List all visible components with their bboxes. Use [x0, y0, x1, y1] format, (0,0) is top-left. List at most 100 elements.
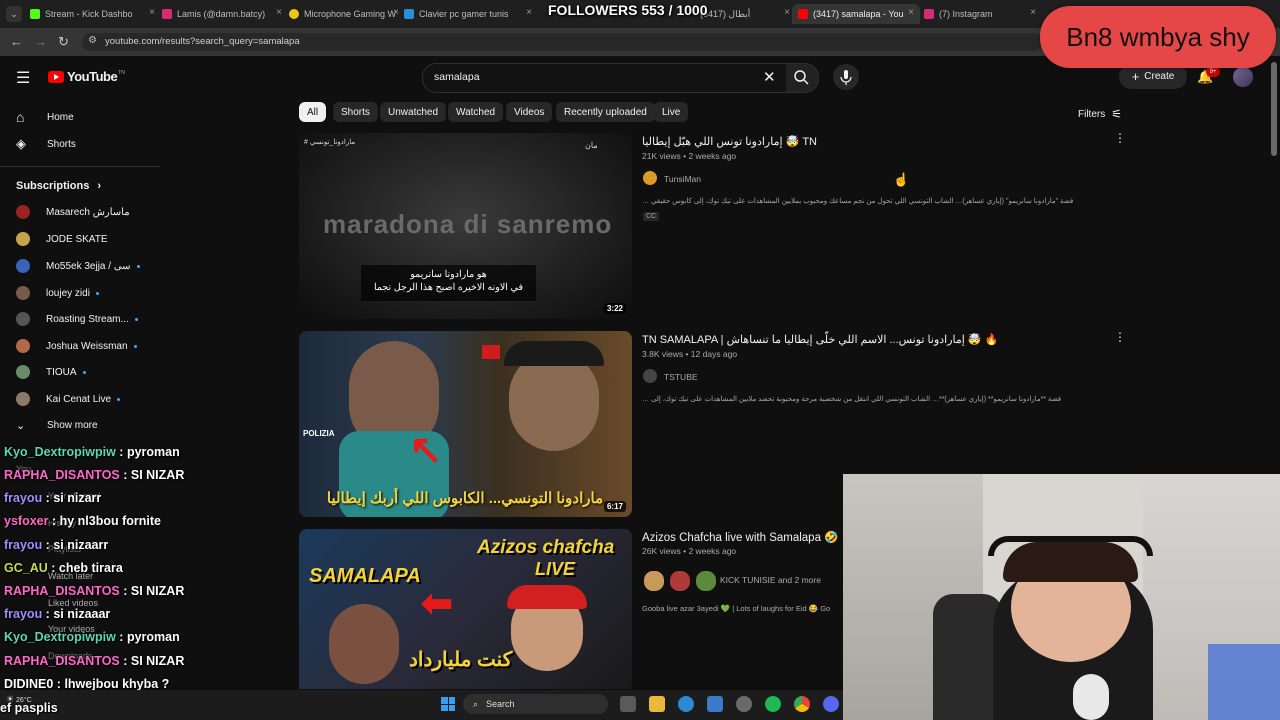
chip-recently-uploaded[interactable]: Recently uploaded	[556, 102, 655, 122]
filters-button[interactable]: Filters ⚟	[1078, 107, 1122, 121]
youtube-icon	[798, 9, 808, 19]
channel-avatar[interactable]	[643, 369, 657, 383]
tab-search-icon[interactable]: ⌄	[6, 6, 22, 22]
close-tab-icon[interactable]: ×	[526, 7, 532, 18]
sidebar-item-home[interactable]: ⌂ Home	[16, 109, 74, 125]
browser-tab-active[interactable]: (3417) samalapa - You ×	[792, 4, 920, 24]
channel-avatars-group[interactable]	[643, 570, 717, 592]
site-info-icon[interactable]: ⚙	[88, 35, 97, 46]
thumbnail-caption: مارادونا التونسي... الكابوس اللي أربك إي…	[326, 490, 604, 507]
taskbar-search[interactable]: ⌕ Search	[463, 694, 608, 714]
account-avatar[interactable]	[1233, 67, 1253, 87]
chip-shorts[interactable]: Shorts	[333, 102, 378, 122]
tunisia-flag-icon	[482, 345, 500, 359]
video-title[interactable]: Azizos Chafcha live with Samalapa 🤣	[642, 530, 839, 544]
sidebar-item-shorts[interactable]: ◈ Shorts	[16, 136, 76, 152]
sidebar-subscriptions-header[interactable]: Subscriptions ›	[16, 180, 101, 192]
channel-avatar[interactable]	[643, 171, 657, 185]
sidebar-item-subscription[interactable]: JODE SKATE	[16, 232, 108, 246]
browser-tab[interactable]: (7) Instagram ×	[924, 4, 1036, 24]
browser-tab[interactable]: Stream - Kick Dashbo ×	[30, 4, 155, 24]
chat-username: RAPHA_DISANTOS	[4, 584, 120, 598]
thumbnail-subtitle-box: هو مارادونا سانريمو في الاونه الاخيره اص…	[361, 265, 536, 301]
video-thumbnail[interactable]: # مارادونا_تونسي مان maradona di sanremo…	[299, 133, 632, 319]
video-title[interactable]: إمارادونا تونس اللي هبّل إيطاليا 🤯 TN	[642, 135, 817, 148]
more-actions-icon[interactable]: ⋮	[1114, 330, 1126, 344]
search-value[interactable]: samalapa	[434, 71, 480, 83]
close-tab-icon[interactable]: ×	[276, 7, 282, 18]
sidebar-item-subscription[interactable]: TIOUA	[16, 365, 86, 379]
task-view-icon[interactable]	[620, 696, 636, 712]
chip-live[interactable]: Live	[654, 102, 689, 122]
chat-message: RAPHA_DISANTOS : SI NIZAR	[4, 654, 185, 668]
channel-avatar	[16, 286, 30, 300]
search-input[interactable]: samalapa ✕	[422, 63, 789, 93]
file-explorer-icon[interactable]	[649, 696, 665, 712]
channel-avatar	[16, 392, 30, 406]
chat-username: GC_AU	[4, 561, 48, 575]
sidebar-show-more[interactable]: ⌄ Show more	[16, 419, 98, 432]
person-figure	[509, 351, 599, 451]
close-tab-icon[interactable]: ×	[393, 7, 399, 18]
browser-tab[interactable]: Microphone Gaming W ×	[289, 4, 399, 24]
sidebar-item-subscription[interactable]: Kai Cenat Live	[16, 392, 121, 406]
sidebar-item-label: Roasting Stream...	[46, 313, 129, 325]
menu-icon[interactable]: ☰	[16, 68, 30, 88]
search-button[interactable]	[786, 63, 819, 93]
youtube-logo[interactable]: YouTube TN	[48, 69, 125, 84]
sidebar-item-subscription[interactable]: loujey zidi	[16, 286, 99, 300]
discord-icon[interactable]	[823, 696, 839, 712]
sidebar-item-subscription[interactable]: Joshua Weissman	[16, 339, 137, 353]
close-tab-icon[interactable]: ×	[784, 7, 790, 18]
chat-username: frayou	[4, 491, 43, 505]
chat-username: ef	[0, 701, 12, 715]
url-text[interactable]: youtube.com/results?search_query=samalap…	[105, 36, 300, 47]
back-icon[interactable]: ←	[10, 34, 23, 49]
sidebar-divider	[0, 166, 160, 167]
clear-search-icon[interactable]: ✕	[763, 68, 776, 86]
chip-watched[interactable]: Watched	[448, 102, 504, 122]
obs-icon[interactable]	[736, 696, 752, 712]
channel-name[interactable]: TunsiMan	[664, 174, 701, 184]
video-title[interactable]: TN SAMALAPA | إمارادونا تونس... الاسم ال…	[642, 333, 998, 346]
browser-tab[interactable]: Lamis (@damn.batcy) ×	[162, 4, 282, 24]
browser-tab[interactable]: (3417) أبطال ×	[700, 4, 790, 24]
chip-videos[interactable]: Videos	[506, 102, 553, 122]
windows-start-icon[interactable]	[441, 697, 455, 711]
sidebar-item-subscription[interactable]: Masarech ماسارش	[16, 205, 130, 219]
chat-message: frayou : si nizarr	[4, 491, 102, 505]
store-icon[interactable]	[707, 696, 723, 712]
chrome-icon[interactable]	[794, 696, 810, 712]
spotify-icon[interactable]	[765, 696, 781, 712]
page-scrollbar[interactable]	[1271, 62, 1277, 156]
close-tab-icon[interactable]: ×	[1030, 7, 1036, 18]
sidebar-item-label: Show more	[47, 420, 98, 431]
sidebar-item-subscription[interactable]: Roasting Stream...	[16, 312, 138, 326]
video-description: … قصة **مارادونا سانريمو** (إياري عساهر)…	[642, 396, 1062, 403]
video-thumbnail[interactable]: POLIZIA ↖ مارادونا التونسي... الكابوس ال…	[299, 331, 632, 517]
browser-tab[interactable]: Clavier pc gamer tunis ×	[404, 4, 532, 24]
forward-icon[interactable]: →	[34, 34, 47, 49]
thumbnail-subtitle-line: في الاونه الاخيره اصبح هذا الرجل نجما	[373, 282, 524, 293]
channel-name[interactable]: TSTUBE	[664, 372, 698, 382]
channel-avatar	[16, 205, 30, 219]
close-tab-icon[interactable]: ×	[908, 7, 914, 18]
more-actions-icon[interactable]: ⋮	[1114, 131, 1126, 145]
thumbnail-live-text: LIVE	[535, 559, 576, 579]
sidebar-item-subscription[interactable]: Mo55ek 3ejja / سی	[16, 259, 140, 273]
chat-text: cheb tirara	[58, 561, 123, 575]
instagram-icon	[162, 9, 172, 19]
chat-text: si nizaaar	[53, 607, 111, 621]
video-thumbnail[interactable]: Azizos chafcha LIVE SAMALAPA ⬅ كنت مليار…	[299, 529, 632, 689]
chat-text: pyroman	[126, 630, 180, 644]
channel-name[interactable]: KICK TUNISIE and 2 more	[720, 575, 821, 585]
reload-icon[interactable]: ↻	[58, 34, 69, 50]
chip-all[interactable]: All	[299, 102, 327, 122]
voice-search-button[interactable]	[833, 64, 859, 90]
webcam-overlay	[843, 474, 1280, 720]
close-tab-icon[interactable]: ×	[149, 7, 155, 18]
edge-icon[interactable]	[678, 696, 694, 712]
chip-unwatched[interactable]: Unwatched	[380, 102, 447, 122]
sidebar-item-label: loujey zidi	[46, 287, 90, 299]
chat-text: si nizarr	[53, 491, 102, 505]
